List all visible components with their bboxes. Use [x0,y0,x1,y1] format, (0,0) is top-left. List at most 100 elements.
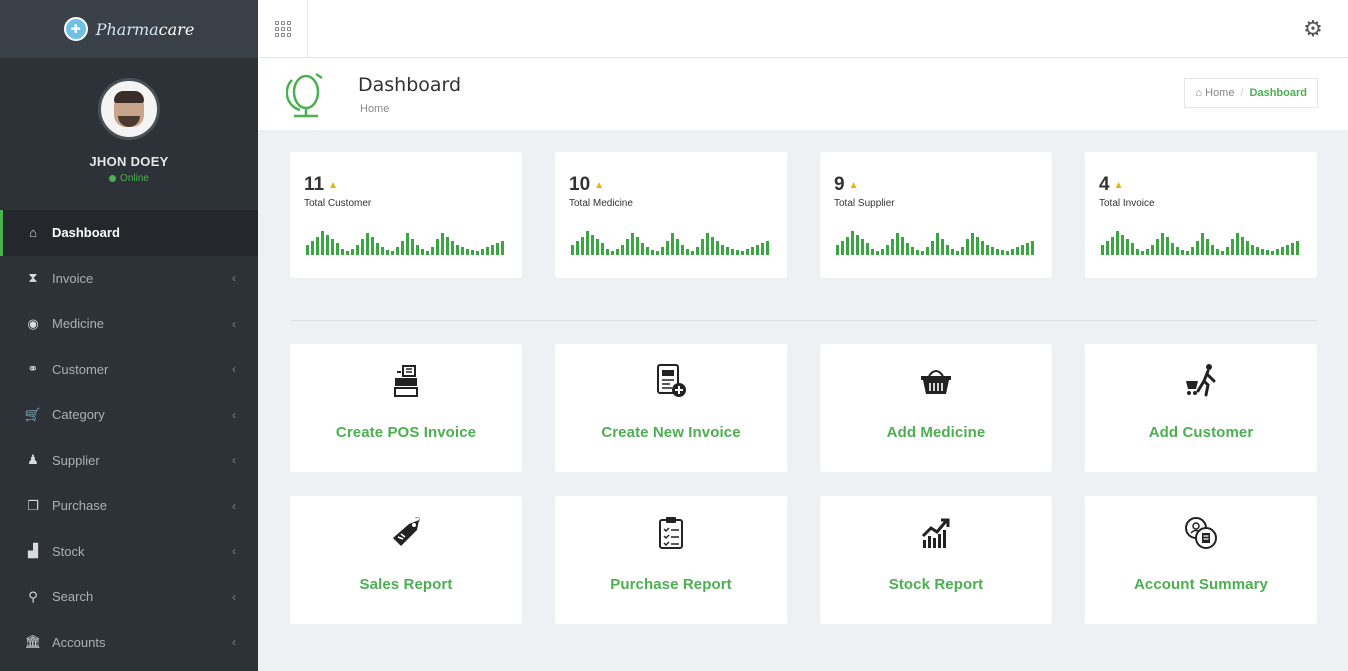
pharmacy-logo-icon: ✚ [63,17,88,41]
account-coins-icon [1183,516,1219,550]
sidebar: ✚ Pharmacare JHON DOEY Online ⌂ Dashboard… [0,0,258,671]
sidebar-item-medicine[interactable]: ◉ Medicine ‹ [0,301,258,347]
sidebar-item-label: Purchase [52,498,107,514]
up-arrow-icon: ▲ [594,179,605,191]
settings-button[interactable]: ⚙ [1294,10,1332,48]
sidebar-item-category[interactable]: 🛒 Category ‹ [0,392,258,438]
action-label: Add Medicine [886,424,986,441]
stat-value: 11 [304,174,325,195]
action-label: Sales Report [359,576,453,593]
search-icon: ⚲ [28,588,38,604]
sparkline-chart [306,231,504,255]
bar-chart-icon: ▟ [28,543,38,559]
user-status: Online [0,173,258,184]
action-label: Create New Invoice [601,424,741,441]
sparkline-chart [836,231,1034,255]
purchase-icon: ❐ [27,497,39,513]
action-purchase-report[interactable]: Purchase Report [555,496,787,624]
sparkline-chart [571,231,769,255]
sidebar-item-search[interactable]: ⚲ Search ‹ [0,574,258,620]
action-label: Purchase Report [610,576,732,593]
up-arrow-icon: ▲ [328,179,338,191]
action-add-customer[interactable]: Add Customer [1085,344,1317,472]
shopper-cart-icon [1184,364,1218,398]
globe-icon [286,72,323,118]
topbar: ⚙ [258,0,1348,58]
stat-card-total-supplier[interactable]: 9 ▲ Total Supplier [820,152,1052,278]
home-icon: ⌂ [29,225,37,241]
pos-register-icon [391,364,421,398]
clipboard-list-icon [657,516,685,550]
chevron-left-icon: ‹ [232,271,236,286]
sidebar-item-label: Search [52,589,94,605]
action-account-summary[interactable]: Account Summary [1085,496,1317,624]
chevron-left-icon: ‹ [232,316,236,331]
divider [290,320,1318,321]
sidebar-item-label: Medicine [52,316,105,332]
action-label: Add Customer [1148,424,1254,441]
stat-label: Total Invoice [1099,198,1155,209]
breadcrumb-home-link[interactable]: ⌂ Home [1195,87,1234,99]
stat-value: 10 [569,174,591,195]
sidebar-item-label: Stock [52,543,85,559]
new-invoice-icon [655,364,687,398]
person-icon: ♟ [27,452,39,468]
action-label: Stock Report [888,576,984,593]
action-label: Account Summary [1133,576,1269,593]
stat-label: Total Supplier [834,198,895,209]
sidebar-item-label: Dashboard [52,225,120,241]
chevron-left-icon: ‹ [232,453,236,468]
sidebar-item-accounts[interactable]: 🏛 Accounts ‹ [0,620,258,666]
page-title: Dashboard [358,74,462,96]
sidebar-item-label: Supplier [52,452,100,468]
online-dot-icon [109,175,117,182]
action-label: Create POS Invoice [335,424,477,441]
basket-icon [919,364,953,398]
sidebar-item-invoice[interactable]: ⧗ Invoice ‹ [0,256,258,302]
user-name: JHON DOEY [89,154,169,169]
bank-icon: 🏛 [24,634,42,650]
stock-growth-icon [919,516,953,550]
cart-icon: 🛒 [24,406,42,422]
chevron-left-icon: ‹ [232,635,236,650]
action-create-pos-invoice[interactable]: Create POS Invoice [290,344,522,472]
avatar[interactable] [98,78,160,140]
brand[interactable]: ✚ Pharmacare [0,0,258,58]
sidebar-item-stock[interactable]: ▟ Stock ‹ [0,529,258,575]
action-add-medicine[interactable]: Add Medicine [820,344,1052,472]
stat-card-total-customer[interactable]: 11 ▲ Total Customer [290,152,522,278]
apps-menu-button[interactable] [258,0,308,58]
brand-name: Pharmacare [95,19,195,39]
page-subtitle: Home [360,103,390,115]
stat-card-total-medicine[interactable]: 10 ▲ Total Medicine [555,152,787,278]
pill-icon: ◉ [27,315,39,331]
sidebar-item-purchase[interactable]: ❐ Purchase ‹ [0,483,258,529]
stat-value: 4 [1099,174,1110,195]
sale-tag-icon [389,516,423,550]
sidebar-item-supplier[interactable]: ♟ Supplier ‹ [0,438,258,484]
up-arrow-icon: ▲ [1113,179,1124,191]
up-arrow-icon: ▲ [848,179,859,191]
action-create-new-invoice[interactable]: Create New Invoice [555,344,787,472]
breadcrumb-current: Dashboard [1249,87,1307,99]
action-sales-report[interactable]: Sales Report [290,496,522,624]
sidebar-item-label: Invoice [52,270,94,286]
sidebar-item-dashboard[interactable]: ⌂ Dashboard [0,210,258,256]
gear-icon: ⚙ [1303,16,1323,41]
stat-label: Total Medicine [569,198,633,209]
chevron-left-icon: ‹ [232,544,236,559]
sidebar-item-label: Accounts [52,634,106,650]
stat-label: Total Customer [304,198,372,209]
chevron-left-icon: ‹ [232,362,236,377]
apps-grid-icon [274,21,291,37]
stat-card-total-invoice[interactable]: 4 ▲ Total Invoice [1085,152,1317,278]
sidebar-item-label: Category [52,407,105,423]
action-stock-report[interactable]: Stock Report [820,496,1052,624]
sidebar-item-label: Customer [52,361,109,377]
stat-value: 9 [834,174,845,195]
sparkline-chart [1101,231,1299,255]
handshake-icon: ⚭ [27,361,39,377]
hourglass-icon: ⧗ [28,270,38,286]
sidebar-nav: ⌂ Dashboard ⧗ Invoice ‹ ◉ Medicine ‹ ⚭ Customer ‹ 🛒… [0,210,258,665]
sidebar-item-customer[interactable]: ⚭ Customer ‹ [0,347,258,393]
